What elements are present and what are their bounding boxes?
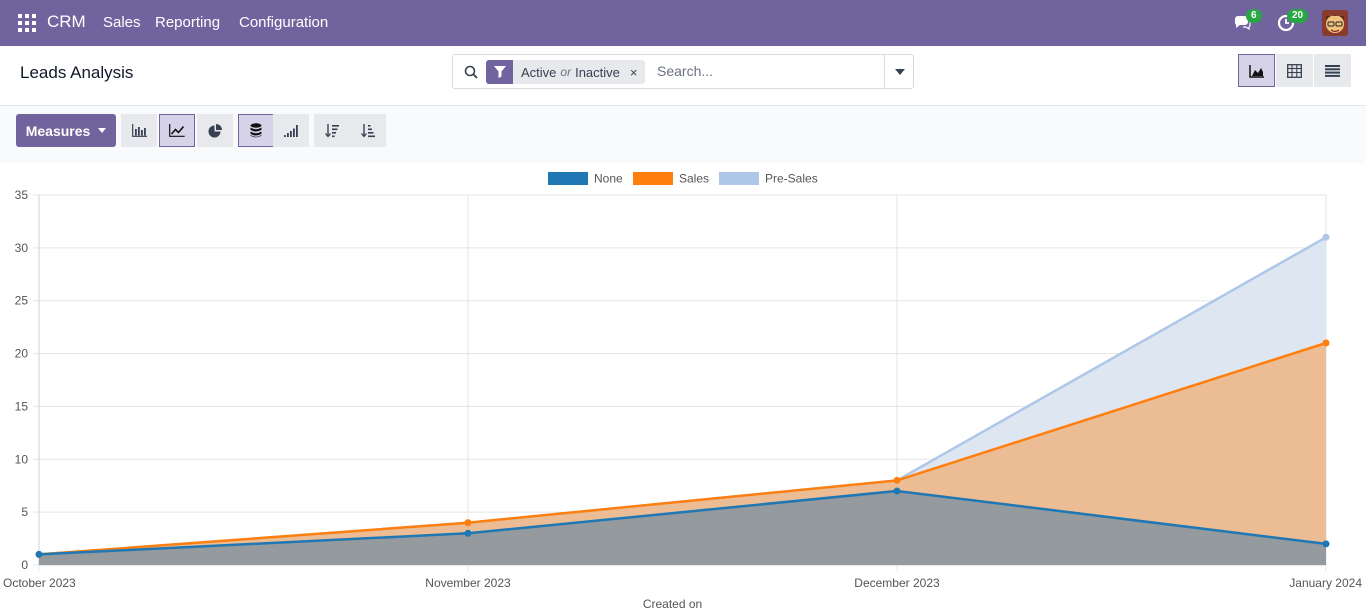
y-tick-label: 20 <box>15 347 29 361</box>
messages-button[interactable]: 6 <box>1232 9 1262 34</box>
signal-bars-icon <box>284 124 298 137</box>
line-chart-button[interactable] <box>159 114 195 147</box>
bar-chart-icon <box>131 124 147 137</box>
y-tick-label: 15 <box>15 399 29 413</box>
data-point-none[interactable] <box>464 529 472 537</box>
filter-icon <box>486 60 513 84</box>
top-navbar: CRM Sales Reporting Configuration 6 20 <box>0 0 1366 46</box>
legend-label-pre-sales[interactable]: Pre-Sales <box>765 172 818 186</box>
data-point-none[interactable] <box>35 550 43 558</box>
legend-swatch-pre-sales[interactable] <box>719 172 759 185</box>
y-tick-label: 10 <box>15 452 29 466</box>
pie-chart-button[interactable] <box>197 114 233 147</box>
facet-separator: or <box>560 65 572 79</box>
page-title: Leads Analysis <box>20 63 134 82</box>
search-input[interactable] <box>657 63 877 79</box>
bar-chart-button[interactable] <box>121 114 157 147</box>
area-chart-icon <box>1248 64 1264 78</box>
graph-toolbar: Measures <box>0 106 1366 163</box>
y-tick-label: 0 <box>21 558 28 572</box>
x-axis-title: Created on <box>643 597 702 611</box>
y-tick-label: 35 <box>15 188 29 202</box>
sort-descending-button[interactable] <box>314 114 350 147</box>
activities-badge: 20 <box>1287 9 1309 23</box>
filter-facet: Active or Inactive × <box>486 60 646 84</box>
search-bar: Active or Inactive × <box>452 54 914 89</box>
control-panel: Leads Analysis Active or Inactive × <box>0 46 1366 106</box>
list-icon <box>1325 64 1340 77</box>
data-point-sales[interactable] <box>464 519 472 527</box>
messages-badge: 6 <box>1246 9 1262 23</box>
sort-ascending-button[interactable] <box>350 114 386 147</box>
view-switcher <box>1238 54 1352 87</box>
line-chart-icon <box>169 124 185 137</box>
y-tick-label: 5 <box>21 505 28 519</box>
sort-ascending-icon <box>360 123 375 138</box>
database-icon <box>250 123 262 138</box>
x-tick-label: November 2023 <box>425 576 511 590</box>
x-tick-label: December 2023 <box>854 576 940 590</box>
activities-button[interactable]: 20 <box>1276 9 1309 34</box>
apps-menu-icon[interactable] <box>18 14 36 32</box>
caret-down-icon <box>894 68 905 75</box>
search-icon[interactable] <box>464 65 478 79</box>
x-tick-label: January 2024 <box>1289 576 1362 590</box>
legend-label-sales[interactable]: Sales <box>679 172 709 186</box>
facet-value-active: Active <box>521 64 557 80</box>
stacked-toggle-button[interactable] <box>238 114 274 147</box>
measures-button[interactable]: Measures <box>16 114 116 147</box>
graph-chart: 0 5 10 15 20 25 30 35 October 2023 November 2023 D… <box>0 163 1366 616</box>
cumulative-toggle-button[interactable] <box>273 114 309 147</box>
user-avatar[interactable] <box>1322 10 1348 36</box>
menu-configuration[interactable]: Configuration <box>239 14 328 31</box>
search-options-toggle[interactable] <box>884 55 914 88</box>
sort-descending-icon <box>324 123 339 138</box>
table-icon <box>1287 63 1302 78</box>
legend-label-none[interactable]: None <box>594 172 623 186</box>
facet-remove-icon[interactable]: × <box>630 65 638 80</box>
data-point-pre-sales[interactable] <box>1322 233 1330 241</box>
y-tick-label: 25 <box>15 294 29 308</box>
pivot-view-button[interactable] <box>1276 54 1313 87</box>
x-tick-label: October 2023 <box>3 576 76 590</box>
graph-view-button[interactable] <box>1238 54 1275 87</box>
menu-reporting[interactable]: Reporting <box>155 14 220 31</box>
data-point-none[interactable] <box>1322 540 1330 548</box>
data-point-sales[interactable] <box>893 476 901 484</box>
pie-chart-icon <box>208 123 222 137</box>
menu-sales[interactable]: Sales <box>103 14 141 31</box>
facet-value-inactive: Inactive <box>575 64 620 80</box>
legend-swatch-none[interactable] <box>548 172 588 185</box>
caret-down-icon <box>98 128 107 133</box>
area-chart: 0 5 10 15 20 25 30 35 October 2023 November 2023 D… <box>3 172 1362 612</box>
data-point-sales[interactable] <box>1322 339 1330 347</box>
data-point-none[interactable] <box>893 487 901 495</box>
list-view-button[interactable] <box>1314 54 1351 87</box>
legend-swatch-sales[interactable] <box>633 172 673 185</box>
measures-label: Measures <box>25 122 91 139</box>
app-brand[interactable]: CRM <box>47 12 86 32</box>
y-tick-label: 30 <box>15 241 29 255</box>
